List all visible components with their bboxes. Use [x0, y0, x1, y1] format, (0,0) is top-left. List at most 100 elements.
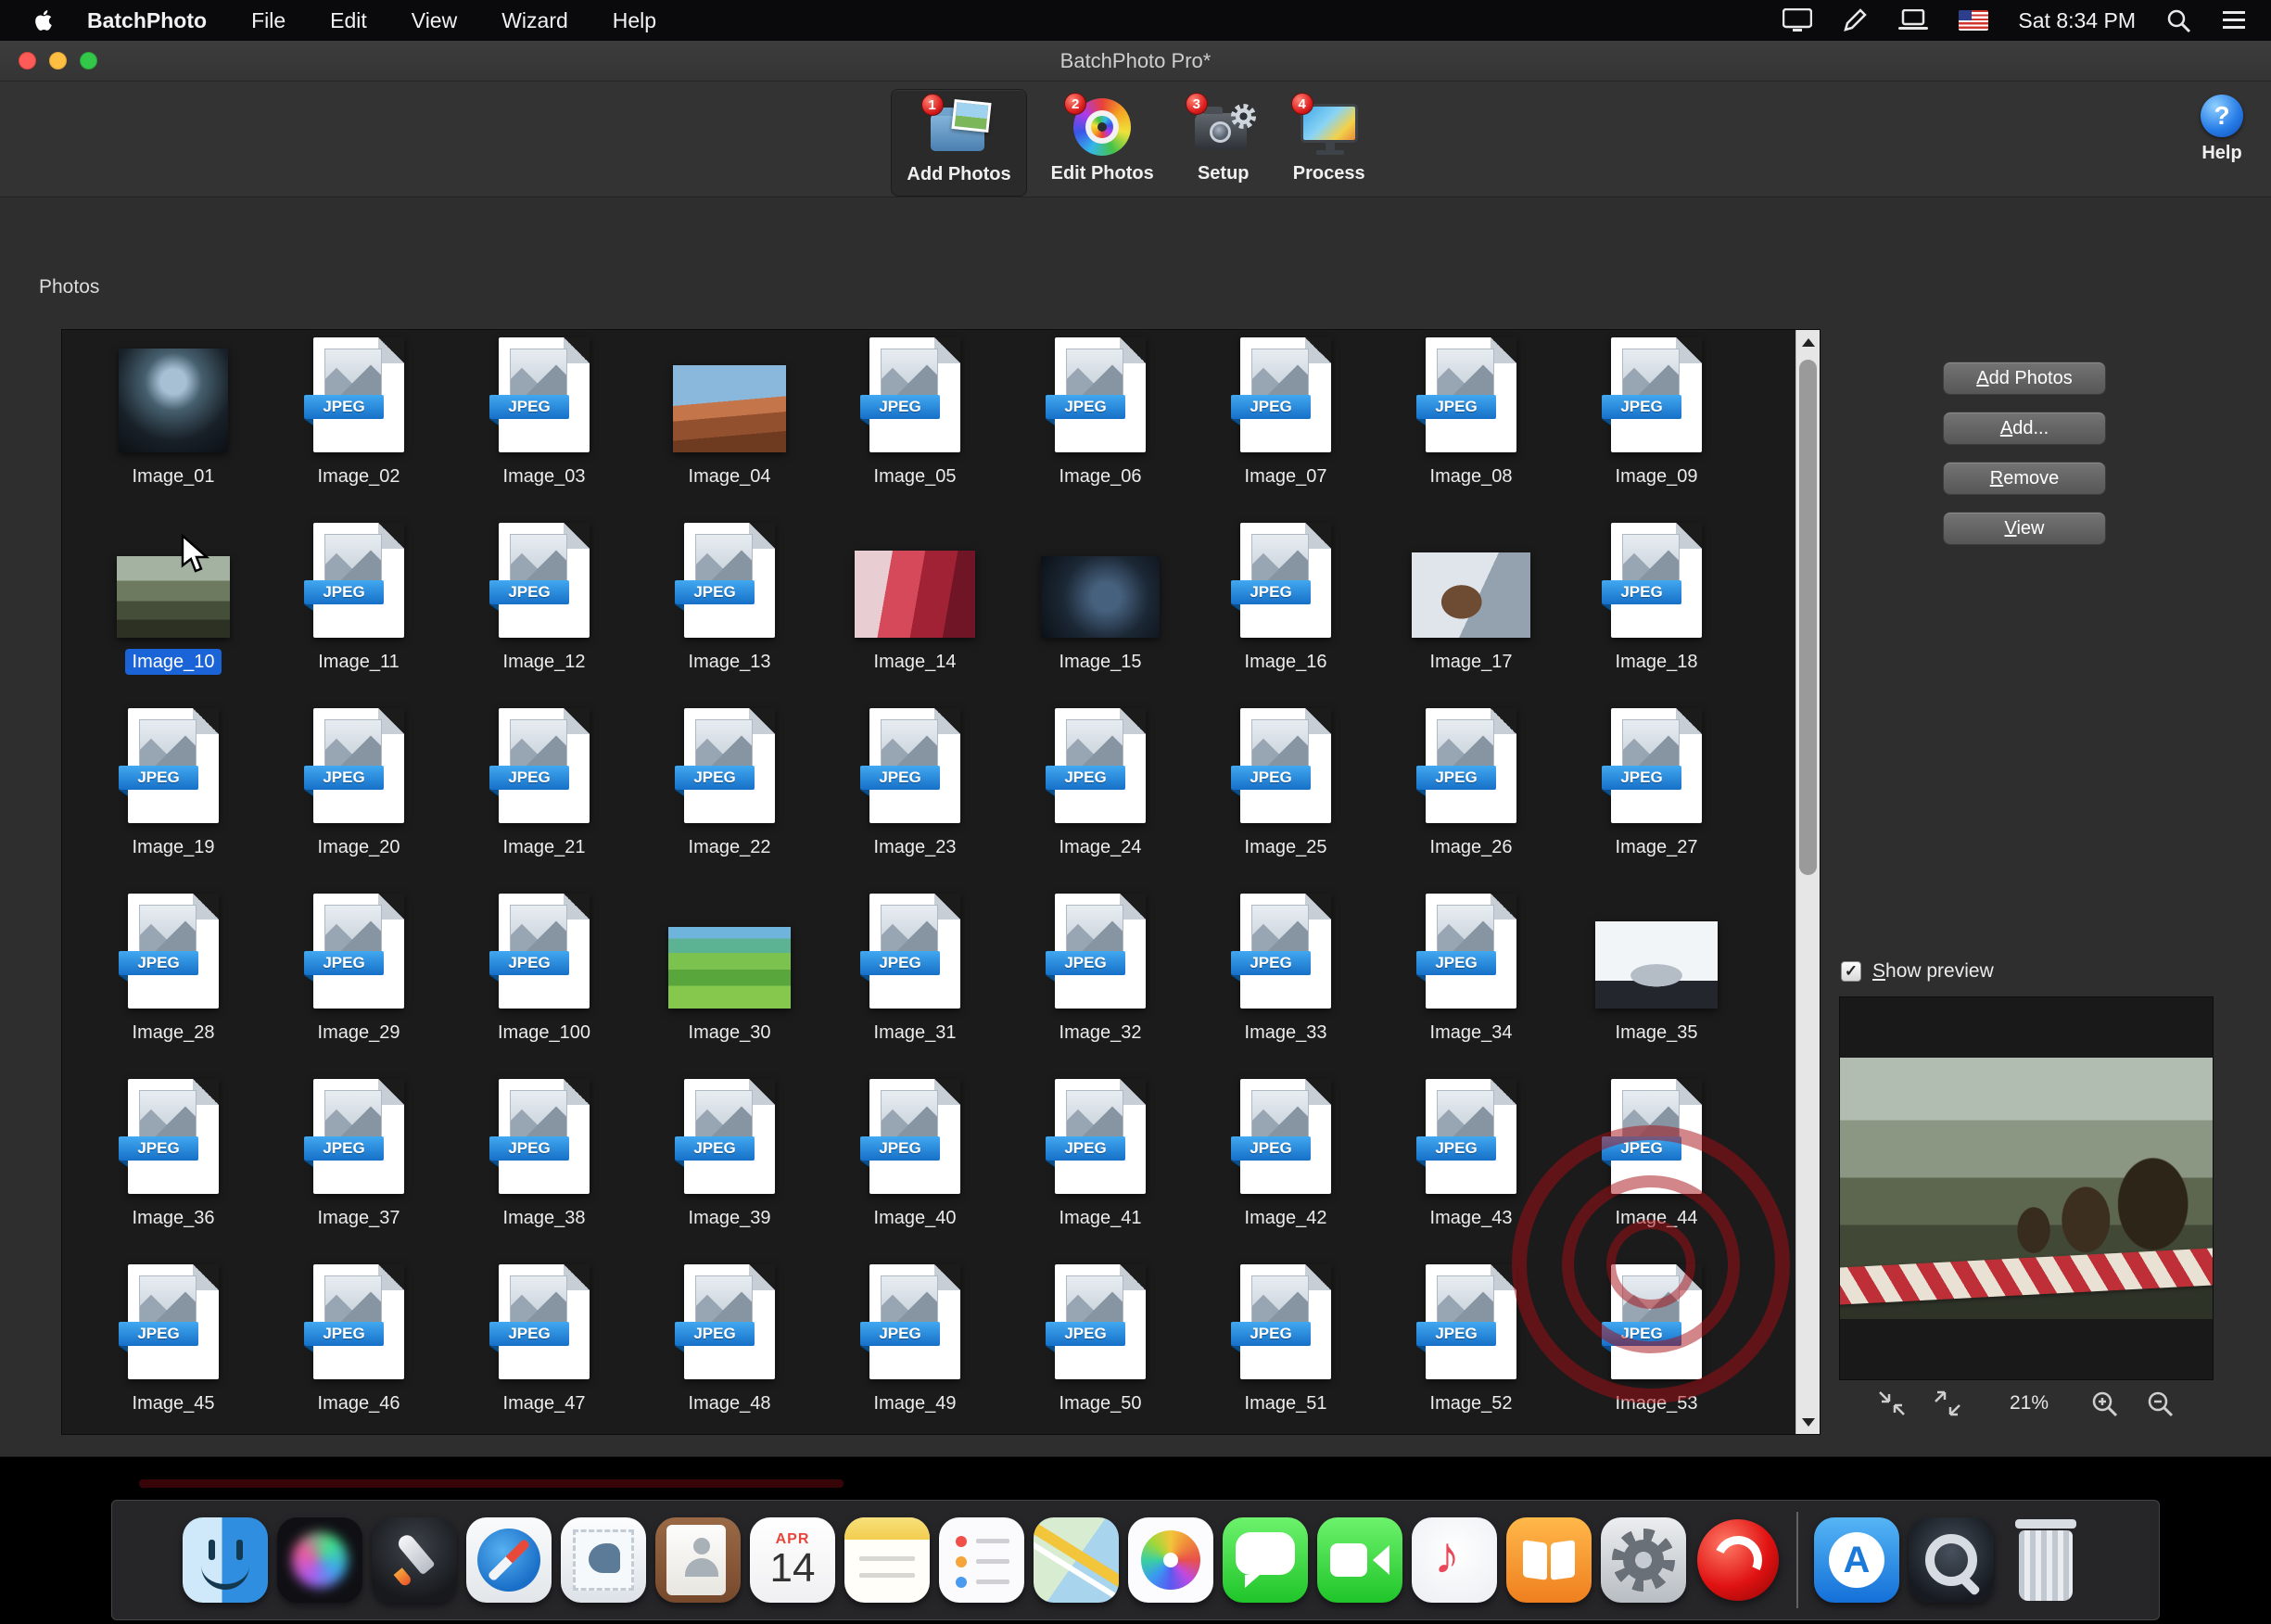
scrollbar-thumb[interactable] [1799, 360, 1817, 875]
photo-item-image-30[interactable]: Image_30 [637, 894, 822, 1079]
dock-music-icon[interactable]: ♪ [1407, 1510, 1502, 1610]
app-menu-title[interactable]: BatchPhoto [87, 8, 207, 33]
photo-item-image-16[interactable]: JPEGImage_16 [1193, 523, 1378, 708]
dock-siri-icon[interactable] [273, 1510, 367, 1610]
zoom-window-button[interactable] [80, 52, 97, 70]
photo-item-image-04[interactable]: Image_04 [637, 337, 822, 523]
dock-app-store-icon[interactable]: A [1809, 1510, 1904, 1610]
minimize-button[interactable] [49, 52, 67, 70]
photo-item-image-15[interactable]: Image_15 [1008, 523, 1193, 708]
dock-trash-icon[interactable] [1998, 1510, 2093, 1610]
photo-item-image-17[interactable]: Image_17 [1378, 523, 1564, 708]
dock-batchphoto-icon[interactable] [1691, 1510, 1785, 1610]
photo-item-image-33[interactable]: JPEGImage_33 [1193, 894, 1378, 1079]
dock-contacts-icon[interactable] [651, 1510, 745, 1610]
photo-item-image-37[interactable]: JPEGImage_37 [266, 1079, 451, 1264]
photo-item-image-53[interactable]: JPEGImage_53 [1564, 1264, 1749, 1435]
menu-view[interactable]: View [412, 8, 457, 33]
show-preview-checkbox[interactable]: ✓ Show preview [1841, 960, 1994, 983]
dock-maps-icon[interactable] [1029, 1510, 1123, 1610]
photo-item-image-26[interactable]: JPEGImage_26 [1378, 708, 1564, 894]
photo-item-image-06[interactable]: JPEGImage_06 [1008, 337, 1193, 523]
toolbar-process[interactable]: 4Process [1278, 89, 1380, 197]
photo-item-image-12[interactable]: JPEGImage_12 [451, 523, 637, 708]
photo-item-image-29[interactable]: JPEGImage_29 [266, 894, 451, 1079]
toolbar-add-photos[interactable]: 1Add Photos [891, 89, 1026, 197]
photo-item-image-01[interactable]: Image_01 [81, 337, 266, 523]
photo-item-image-09[interactable]: JPEGImage_09 [1564, 337, 1749, 523]
photo-item-image-49[interactable]: JPEGImage_49 [822, 1264, 1008, 1435]
photo-item-image-47[interactable]: JPEGImage_47 [451, 1264, 637, 1435]
dock-calendar-icon[interactable]: APR14 [745, 1510, 840, 1610]
photo-item-image-34[interactable]: JPEGImage_34 [1378, 894, 1564, 1079]
menu-edit[interactable]: Edit [330, 8, 367, 33]
actual-size-icon[interactable] [1934, 1390, 1961, 1421]
photo-item-image-31[interactable]: JPEGImage_31 [822, 894, 1008, 1079]
photo-item-image-02[interactable]: JPEGImage_02 [266, 337, 451, 523]
title-bar[interactable]: BatchPhoto Pro* [0, 41, 2271, 82]
toolbar-edit-photos[interactable]: 2Edit Photos [1036, 89, 1169, 197]
photo-item-image-41[interactable]: JPEGImage_41 [1008, 1079, 1193, 1264]
photo-item-image-08[interactable]: JPEGImage_08 [1378, 337, 1564, 523]
dock-mail-icon[interactable] [556, 1510, 651, 1610]
photo-item-image-25[interactable]: JPEGImage_25 [1193, 708, 1378, 894]
photo-item-image-52[interactable]: JPEGImage_52 [1378, 1264, 1564, 1435]
photo-item-image-42[interactable]: JPEGImage_42 [1193, 1079, 1378, 1264]
photo-item-image-21[interactable]: JPEGImage_21 [451, 708, 637, 894]
fit-to-window-icon[interactable] [1878, 1390, 1906, 1421]
photo-item-image-13[interactable]: JPEGImage_13 [637, 523, 822, 708]
help-button[interactable]: ? Help [2201, 95, 2243, 164]
dock-messages-icon[interactable] [1218, 1510, 1313, 1610]
photo-item-image-100[interactable]: JPEGImage_100 [451, 894, 637, 1079]
pen-icon[interactable] [1842, 7, 1868, 33]
photo-item-image-19[interactable]: JPEGImage_19 [81, 708, 266, 894]
us-flag-icon[interactable] [1959, 10, 1988, 31]
photo-item-image-03[interactable]: JPEGImage_03 [451, 337, 637, 523]
photo-item-image-43[interactable]: JPEGImage_43 [1378, 1079, 1564, 1264]
dock-notes-icon[interactable] [840, 1510, 934, 1610]
dock-books-icon[interactable] [1502, 1510, 1596, 1610]
dock-photos-icon[interactable] [1123, 1510, 1218, 1610]
zoom-out-icon[interactable] [2147, 1390, 2175, 1423]
photo-item-image-38[interactable]: JPEGImage_38 [451, 1079, 637, 1264]
photo-item-image-14[interactable]: Image_14 [822, 523, 1008, 708]
zoom-in-icon[interactable] [2091, 1390, 2119, 1423]
scroll-up-button[interactable] [1796, 330, 1820, 354]
photo-item-image-28[interactable]: JPEGImage_28 [81, 894, 266, 1079]
dock-finder-icon[interactable] [178, 1510, 273, 1610]
spotlight-icon[interactable] [2165, 7, 2191, 33]
dock-quicktime-icon[interactable] [1904, 1510, 1998, 1610]
scrollbar[interactable] [1795, 330, 1820, 1434]
dock-system-preferences-icon[interactable] [1596, 1510, 1691, 1610]
menu-wizard[interactable]: Wizard [501, 8, 568, 33]
photo-item-image-36[interactable]: JPEGImage_36 [81, 1079, 266, 1264]
add-photos-button[interactable]: Add Photos [1943, 362, 2106, 395]
dock-facetime-icon[interactable] [1313, 1510, 1407, 1610]
menu-help[interactable]: Help [613, 8, 656, 33]
photo-item-image-45[interactable]: JPEGImage_45 [81, 1264, 266, 1435]
dock-reminders-icon[interactable] [934, 1510, 1029, 1610]
remove-button[interactable]: Remove [1943, 462, 2106, 495]
photo-item-image-07[interactable]: JPEGImage_07 [1193, 337, 1378, 523]
photo-item-image-20[interactable]: JPEGImage_20 [266, 708, 451, 894]
view-button[interactable]: View [1943, 512, 2106, 545]
scroll-down-button[interactable] [1796, 1410, 1820, 1434]
photo-item-image-23[interactable]: JPEGImage_23 [822, 708, 1008, 894]
display-icon[interactable] [1783, 8, 1812, 32]
close-button[interactable] [19, 52, 36, 70]
photo-item-image-22[interactable]: JPEGImage_22 [637, 708, 822, 894]
photo-item-image-51[interactable]: JPEGImage_51 [1193, 1264, 1378, 1435]
photo-item-image-50[interactable]: JPEGImage_50 [1008, 1264, 1193, 1435]
photo-item-image-11[interactable]: JPEGImage_11 [266, 523, 451, 708]
photo-item-image-27[interactable]: JPEGImage_27 [1564, 708, 1749, 894]
add-button[interactable]: Add... [1943, 412, 2106, 445]
dock-launchpad-icon[interactable] [367, 1510, 462, 1610]
photo-item-image-39[interactable]: JPEGImage_39 [637, 1079, 822, 1264]
photo-item-image-24[interactable]: JPEGImage_24 [1008, 708, 1193, 894]
photo-item-image-10[interactable]: Image_10 [81, 523, 266, 708]
photo-item-image-46[interactable]: JPEGImage_46 [266, 1264, 451, 1435]
notification-center-icon[interactable] [2221, 9, 2247, 32]
laptop-icon[interactable] [1897, 9, 1929, 32]
photo-item-image-35[interactable]: Image_35 [1564, 894, 1749, 1079]
apple-menu-icon[interactable] [32, 6, 59, 34]
